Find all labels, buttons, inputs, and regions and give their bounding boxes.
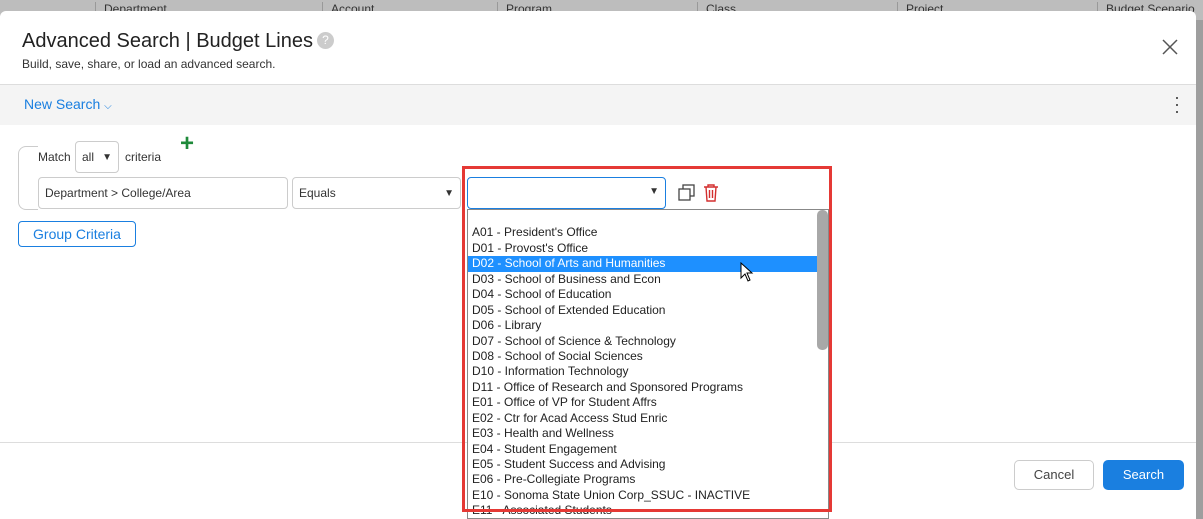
dropdown-option[interactable]: E06 - Pre-Collegiate Programs — [468, 472, 828, 487]
cancel-button[interactable]: Cancel — [1014, 460, 1094, 490]
dropdown-option[interactable]: E03 - Health and Wellness — [468, 426, 828, 441]
dropdown-option[interactable]: D05 - School of Extended Education — [468, 303, 828, 318]
dropdown-option[interactable]: D04 - School of Education — [468, 287, 828, 302]
field-value: Department > College/Area — [45, 186, 191, 200]
dropdown-option[interactable]: D03 - School of Business and Econ — [468, 272, 828, 287]
new-search-label: New Search — [24, 96, 101, 112]
chevron-down-icon: ▼ — [649, 186, 659, 197]
title-text: Advanced Search | Budget Lines — [22, 30, 313, 52]
dropdown-option[interactable]: D01 - Provost's Office — [468, 241, 828, 256]
dropdown-option[interactable]: E02 - Ctr for Acad Access Stud Enric — [468, 411, 828, 426]
operator-value: Equals — [299, 186, 336, 200]
chevron-down-icon: ▼ — [444, 187, 454, 199]
help-icon[interactable]: ? — [316, 32, 334, 49]
dropdown-option[interactable]: D08 - School of Social Sciences — [468, 349, 828, 364]
new-search-dropdown[interactable]: New Search ⌵ — [24, 96, 112, 112]
close-icon[interactable] — [1162, 31, 1178, 62]
match-value: all — [82, 150, 95, 164]
operator-select[interactable]: Equals ▼ — [292, 177, 461, 209]
dropdown-option[interactable]: E10 - Sonoma State Union Corp_SSUC - INA… — [468, 488, 828, 503]
dropdown-option[interactable]: D06 - Library — [468, 318, 828, 333]
dropdown-option[interactable]: D07 - School of Science & Technology — [468, 334, 828, 349]
more-options-icon[interactable]: · · · — [1174, 88, 1180, 120]
add-criteria-icon[interactable]: + — [180, 132, 194, 156]
chevron-down-icon: ⌵ — [104, 101, 112, 112]
dropdown-option[interactable]: A01 - President's Office — [468, 225, 828, 240]
mouse-cursor-icon — [740, 261, 754, 287]
criteria-group-bracket — [18, 146, 38, 210]
trash-icon[interactable] — [703, 184, 719, 207]
dropdown-option[interactable]: D10 - Information Technology — [468, 364, 828, 379]
criteria-label: criteria — [125, 150, 162, 164]
dropdown-scrollbar[interactable] — [817, 210, 828, 350]
modal-subtitle: Build, save, share, or load an advanced … — [22, 57, 276, 71]
dropdown-option[interactable]: D02 - School of Arts and Humanities — [468, 256, 828, 272]
value-dropdown-list[interactable]: A01 - President's Office D01 - Provost's … — [467, 209, 829, 519]
chevron-down-icon: ▼ — [102, 151, 112, 163]
dropdown-option[interactable] — [468, 210, 828, 225]
dropdown-option[interactable]: E01 - Office of VP for Student Affrs — [468, 395, 828, 410]
match-select[interactable]: all ▼ — [75, 141, 119, 173]
modal-title: Advanced Search | Budget Lines? — [22, 30, 334, 53]
dropdown-option[interactable]: D11 - Office of Research and Sponsored P… — [468, 380, 828, 395]
search-button[interactable]: Search — [1103, 460, 1184, 490]
duplicate-icon[interactable] — [678, 184, 696, 207]
match-label: Match — [38, 150, 71, 164]
dropdown-option[interactable]: E04 - Student Engagement — [468, 442, 828, 457]
group-criteria-button[interactable]: Group Criteria — [18, 221, 136, 247]
field-input[interactable]: Department > College/Area — [38, 177, 288, 209]
search-toolbar: New Search ⌵ · · · — [0, 84, 1196, 125]
dropdown-option[interactable]: E11 - Associated Students — [468, 503, 828, 518]
value-select[interactable]: ▼ — [467, 177, 666, 209]
dropdown-option[interactable]: E05 - Student Success and Advising — [468, 457, 828, 472]
